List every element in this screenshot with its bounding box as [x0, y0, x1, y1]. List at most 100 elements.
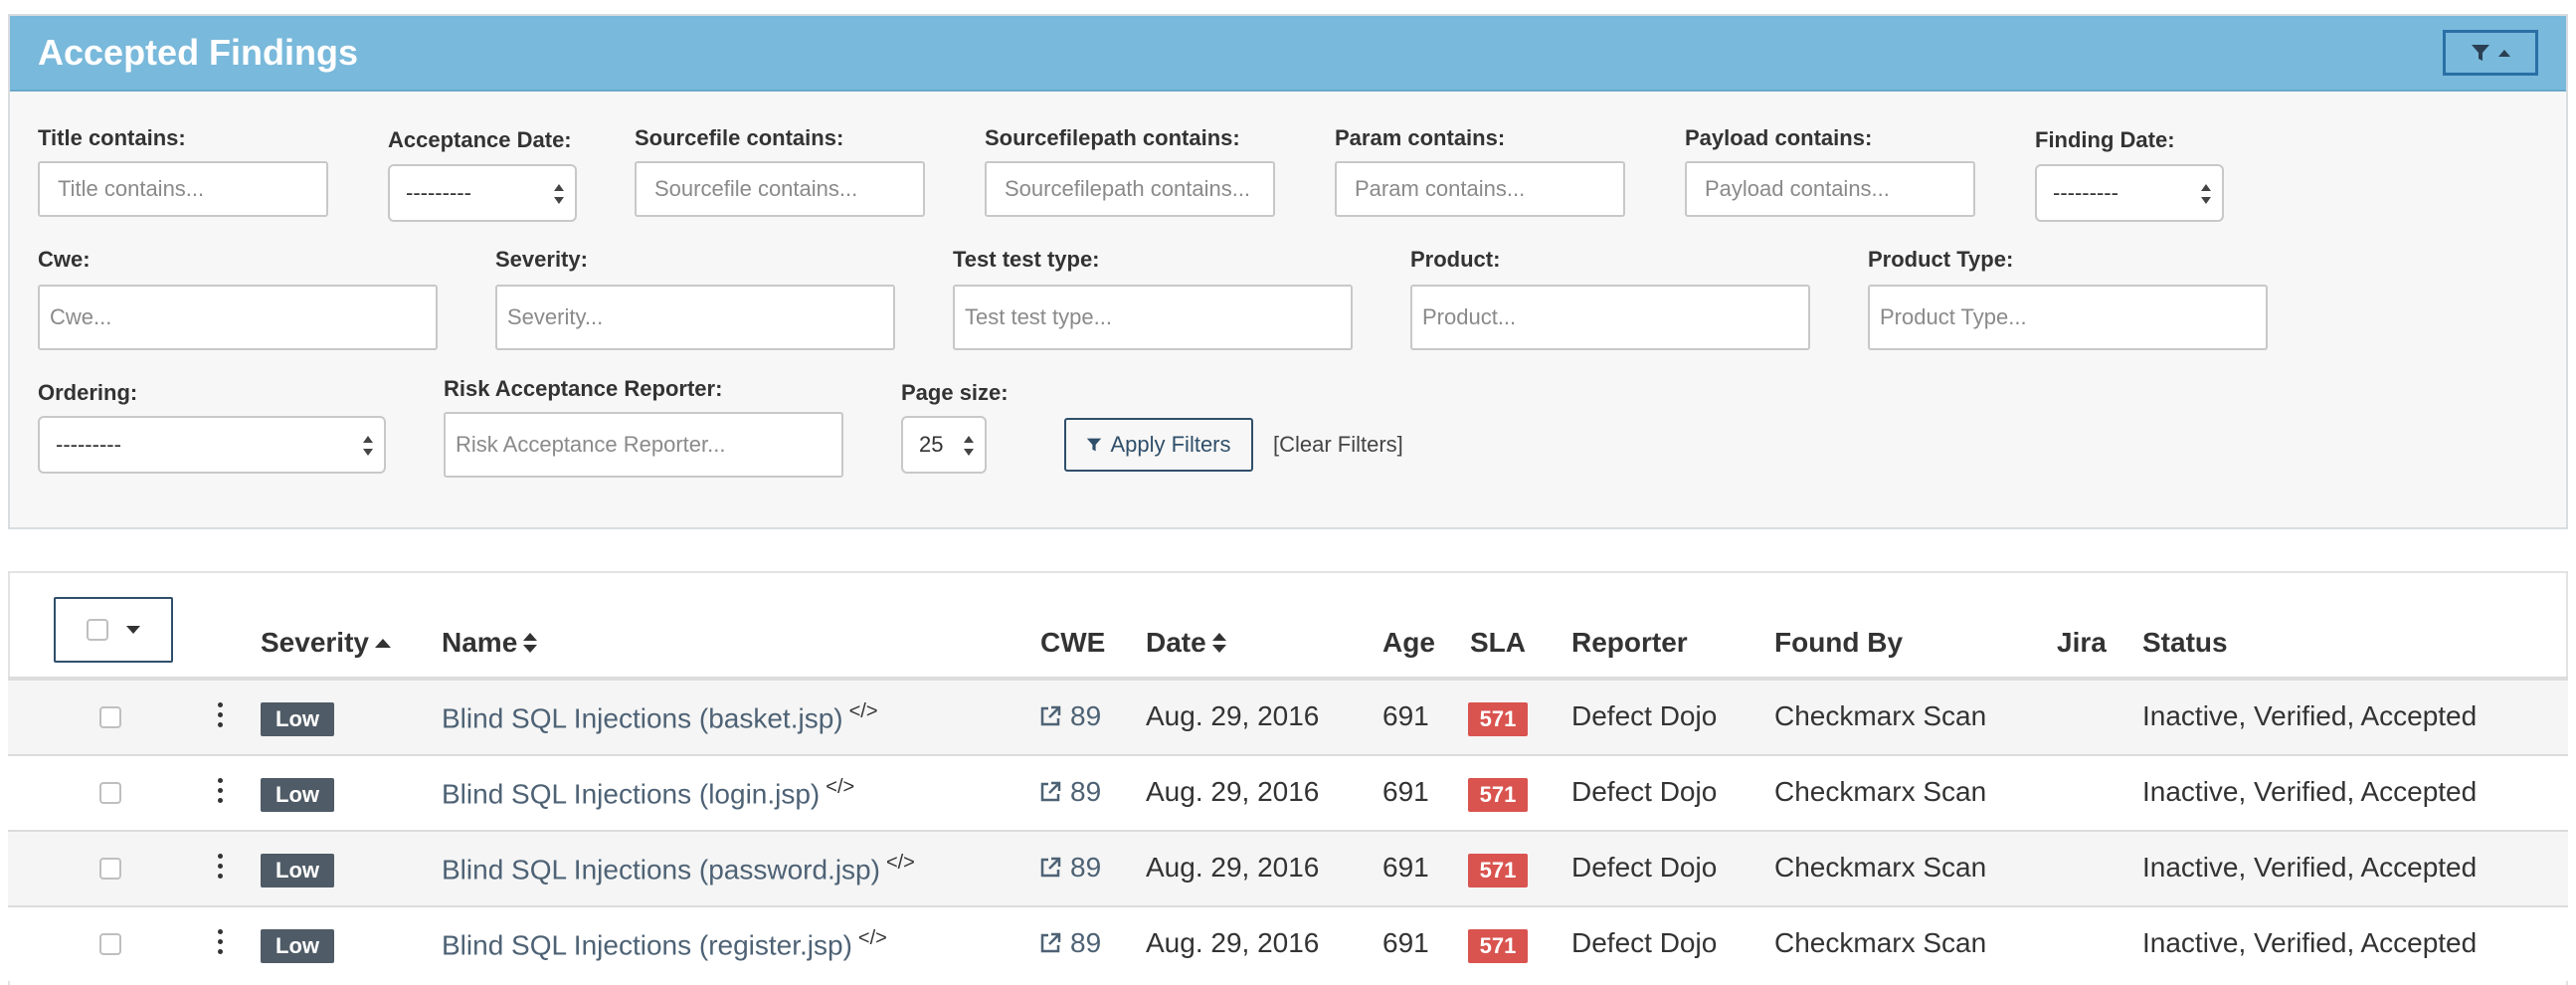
age-cell: 691 — [1382, 927, 1429, 958]
age-header-label: Age — [1382, 627, 1435, 658]
payload-contains-label: Payload contains: — [1685, 125, 1873, 150]
found-by-cell: Checkmarx Scan — [1774, 927, 1987, 958]
code-icon: </> — [826, 776, 855, 798]
severity-badge: Low — [261, 778, 334, 812]
external-link-icon — [1040, 932, 1061, 953]
acceptance-date-select[interactable]: --------- — [388, 164, 577, 222]
ordering-select[interactable]: --------- — [38, 416, 386, 474]
row-checkbox[interactable] — [99, 858, 121, 880]
row-checkbox[interactable] — [99, 706, 121, 728]
found-by-cell: Checkmarx Scan — [1774, 776, 1987, 807]
status-cell: Inactive, Verified, Accepted — [2142, 776, 2478, 807]
row-actions-icon[interactable] — [218, 702, 224, 732]
column-header-age: Age — [1382, 627, 1435, 659]
finding-date-label: Finding Date: — [2035, 127, 2175, 152]
finding-name[interactable]: Blind SQL Injections (register.jsp) </> — [442, 927, 887, 961]
cwe-link[interactable]: 89 — [1038, 852, 1101, 884]
cwe-link[interactable]: 89 — [1038, 927, 1101, 959]
product-label: Product: — [1410, 247, 1501, 272]
finding-name[interactable]: Blind SQL Injections (login.jsp) </> — [442, 776, 854, 810]
age-cell: 691 — [1382, 700, 1429, 731]
column-header-found-by: Found By — [1774, 627, 1903, 659]
page-size-select[interactable]: 25 — [901, 416, 987, 474]
sort-icon — [523, 633, 538, 653]
toggle-filters-button[interactable] — [2443, 30, 2538, 76]
test-type-input[interactable] — [953, 285, 1353, 350]
param-contains-label: Param contains: — [1335, 125, 1506, 150]
finding-date-select[interactable]: --------- — [2035, 164, 2224, 222]
column-header-date[interactable]: Date — [1146, 627, 1226, 659]
found-by-cell: Checkmarx Scan — [1774, 852, 1987, 883]
severity-filter-input[interactable] — [495, 285, 895, 350]
finding-name-link[interactable]: Blind SQL Injections (basket.jsp) — [442, 702, 843, 733]
date-cell: Aug. 29, 2016 — [1146, 927, 1320, 958]
sort-asc-icon — [374, 639, 391, 648]
cwe-link[interactable]: 89 — [1038, 776, 1101, 808]
product-input[interactable] — [1410, 285, 1810, 350]
external-link-icon — [1040, 705, 1061, 726]
reporter-label: Risk Acceptance Reporter: — [444, 376, 723, 401]
finding-name[interactable]: Blind SQL Injections (password.jsp) </> — [442, 852, 915, 886]
found-by-header-label: Found By — [1774, 627, 1904, 658]
page-size-value: 25 — [919, 432, 944, 457]
product-type-input[interactable] — [1868, 285, 2268, 350]
payload-contains-input[interactable] — [1685, 161, 1975, 217]
status-header-label: Status — [2142, 627, 2228, 658]
severity-badge: Low — [261, 702, 334, 736]
cwe-value: 89 — [1070, 852, 1102, 883]
finding-name-link[interactable]: Blind SQL Injections (register.jsp) — [442, 929, 852, 960]
row-actions-icon[interactable] — [218, 854, 224, 884]
finding-name-link[interactable]: Blind SQL Injections (login.jsp) — [442, 778, 820, 809]
column-header-name[interactable]: Name — [442, 627, 538, 659]
table-row: Low Blind SQL Injections (register.jsp) <… — [8, 905, 2568, 981]
reporter-input[interactable] — [444, 412, 843, 478]
page-size-label: Page size: — [901, 380, 1009, 405]
found-by-cell: Checkmarx Scan — [1774, 700, 1987, 731]
acceptance-date-label: Acceptance Date: — [388, 127, 572, 152]
page-title: Accepted Findings — [38, 32, 359, 73]
panel-heading: Accepted Findings — [10, 16, 2566, 92]
select-arrows-icon — [554, 184, 564, 204]
sourcefile-contains-input[interactable] — [635, 161, 925, 217]
select-arrows-icon — [363, 436, 373, 456]
row-actions-icon[interactable] — [218, 929, 224, 959]
param-contains-input[interactable] — [1335, 161, 1625, 217]
apply-filters-button[interactable]: Apply Filters — [1064, 418, 1253, 472]
row-checkbox[interactable] — [99, 782, 121, 804]
test-type-label: Test test type: — [953, 247, 1100, 272]
status-cell: Inactive, Verified, Accepted — [2142, 852, 2478, 883]
cwe-input[interactable] — [38, 285, 438, 350]
reporter-cell: Defect Dojo — [1571, 776, 1718, 807]
finding-name[interactable]: Blind SQL Injections (basket.jsp) </> — [442, 700, 878, 734]
external-link-icon — [1040, 857, 1061, 878]
column-header-severity[interactable]: Severity — [261, 627, 391, 659]
sla-badge: 571 — [1468, 702, 1528, 736]
caret-down-icon — [126, 626, 140, 634]
select-all-checkbox[interactable] — [87, 619, 108, 641]
code-icon: </> — [885, 852, 915, 874]
table-row: Low Blind SQL Injections (password.jsp) <… — [8, 830, 2568, 905]
column-header-cwe: CWE — [1040, 627, 1105, 659]
date-header-label: Date — [1146, 627, 1206, 658]
sort-icon — [1211, 633, 1226, 653]
bulk-select-dropdown[interactable] — [54, 597, 173, 663]
row-checkbox[interactable] — [99, 933, 121, 955]
title-contains-input[interactable] — [38, 161, 328, 217]
product-type-label: Product Type: — [1868, 247, 2014, 272]
cwe-label: Cwe: — [38, 247, 91, 272]
jira-header-label: Jira — [2057, 627, 2107, 658]
table-row: Low Blind SQL Injections (login.jsp) </> … — [8, 754, 2568, 830]
filter-icon — [2472, 45, 2489, 61]
reporter-header-label: Reporter — [1571, 627, 1688, 658]
row-actions-icon[interactable] — [218, 778, 224, 808]
sourcefilepath-contains-input[interactable] — [985, 161, 1275, 217]
clear-filters-link[interactable]: [Clear Filters] — [1273, 432, 1403, 458]
sourcefilepath-contains-label: Sourcefilepath contains: — [985, 125, 1240, 150]
age-cell: 691 — [1382, 776, 1429, 807]
date-cell: Aug. 29, 2016 — [1146, 700, 1320, 731]
date-cell: Aug. 29, 2016 — [1146, 852, 1320, 883]
cwe-link[interactable]: 89 — [1038, 700, 1101, 732]
finding-name-link[interactable]: Blind SQL Injections (password.jsp) — [442, 854, 880, 885]
reporter-cell: Defect Dojo — [1571, 852, 1718, 883]
name-header-label: Name — [442, 627, 518, 658]
